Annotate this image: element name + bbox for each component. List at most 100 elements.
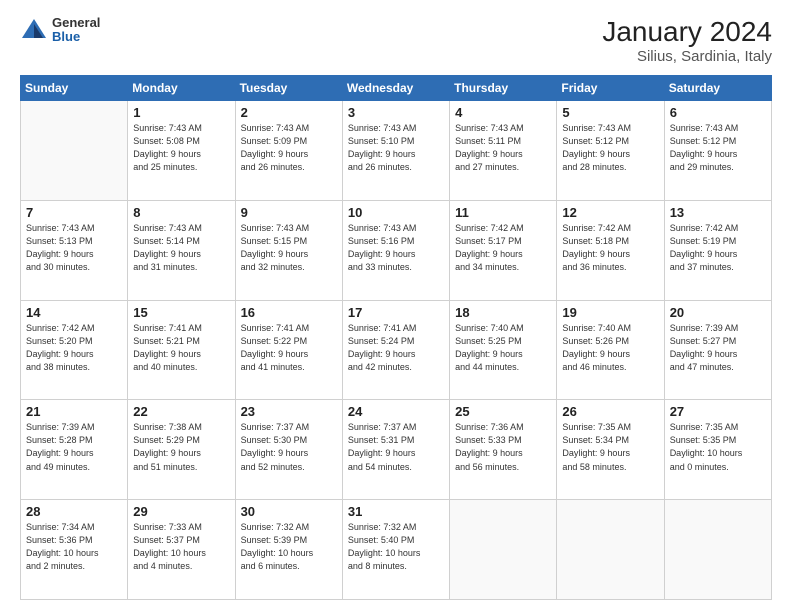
day-info: Sunrise: 7:43 AM Sunset: 5:08 PM Dayligh… [133, 122, 229, 174]
day-info: Sunrise: 7:43 AM Sunset: 5:09 PM Dayligh… [241, 122, 337, 174]
day-number: 25 [455, 404, 551, 419]
day-number: 7 [26, 205, 122, 220]
calendar-cell: 10 Sunrise: 7:43 AM Sunset: 5:16 PM Dayli… [342, 200, 449, 300]
day-number: 4 [455, 105, 551, 120]
day-number: 27 [670, 404, 766, 419]
weekday-header-tuesday: Tuesday [235, 76, 342, 101]
calendar-week-row: 21Sunrise: 7:39 AM Sunset: 5:28 PM Dayli… [21, 400, 772, 500]
logo-general: General [52, 16, 100, 30]
day-number: 21 [26, 404, 122, 419]
calendar-title: January 2024 [602, 16, 772, 48]
calendar-cell [557, 500, 664, 600]
calendar-cell: 17Sunrise: 7:41 AM Sunset: 5:24 PM Dayli… [342, 300, 449, 400]
day-info: Sunrise: 7:36 AM Sunset: 5:33 PM Dayligh… [455, 421, 551, 473]
day-number: 23 [241, 404, 337, 419]
day-number: 5 [562, 105, 658, 120]
day-info: Sunrise: 7:42 AM Sunset: 5:20 PM Dayligh… [26, 322, 122, 374]
day-info: Sunrise: 7:35 AM Sunset: 5:35 PM Dayligh… [670, 421, 766, 473]
calendar-cell: 30 Sunrise: 7:32 AM Sunset: 5:39 PM Dayli… [235, 500, 342, 600]
calendar-cell: 19Sunrise: 7:40 AM Sunset: 5:26 PM Dayli… [557, 300, 664, 400]
day-number: 17 [348, 305, 444, 320]
day-number: 9 [241, 205, 337, 220]
logo-blue: Blue [52, 30, 100, 44]
day-number: 18 [455, 305, 551, 320]
day-info: Sunrise: 7:42 AM Sunset: 5:19 PM Dayligh… [670, 222, 766, 274]
calendar-table: SundayMondayTuesdayWednesdayThursdayFrid… [20, 75, 772, 600]
calendar-cell: 24Sunrise: 7:37 AM Sunset: 5:31 PM Dayli… [342, 400, 449, 500]
calendar-cell: 8Sunrise: 7:43 AM Sunset: 5:14 PM Daylig… [128, 200, 235, 300]
day-info: Sunrise: 7:43 AM Sunset: 5:12 PM Dayligh… [562, 122, 658, 174]
calendar-week-row: 14 Sunrise: 7:42 AM Sunset: 5:20 PM Dayli… [21, 300, 772, 400]
calendar-cell: 16Sunrise: 7:41 AM Sunset: 5:22 PM Dayli… [235, 300, 342, 400]
day-number: 1 [133, 105, 229, 120]
calendar-week-row: 28Sunrise: 7:34 AM Sunset: 5:36 PM Dayli… [21, 500, 772, 600]
calendar-cell: 26 Sunrise: 7:35 AM Sunset: 5:34 PM Dayli… [557, 400, 664, 500]
calendar-cell: 6Sunrise: 7:43 AM Sunset: 5:12 PM Daylig… [664, 101, 771, 201]
day-number: 11 [455, 205, 551, 220]
day-info: Sunrise: 7:34 AM Sunset: 5:36 PM Dayligh… [26, 521, 122, 573]
day-number: 8 [133, 205, 229, 220]
day-number: 16 [241, 305, 337, 320]
day-number: 6 [670, 105, 766, 120]
day-number: 3 [348, 105, 444, 120]
weekday-header-sunday: Sunday [21, 76, 128, 101]
day-number: 13 [670, 205, 766, 220]
calendar-week-row: 1 Sunrise: 7:43 AM Sunset: 5:08 PM Daylig… [21, 101, 772, 201]
day-number: 31 [348, 504, 444, 519]
calendar-cell: 28Sunrise: 7:34 AM Sunset: 5:36 PM Dayli… [21, 500, 128, 600]
day-number: 2 [241, 105, 337, 120]
day-number: 14 [26, 305, 122, 320]
day-info: Sunrise: 7:40 AM Sunset: 5:25 PM Dayligh… [455, 322, 551, 374]
calendar-cell: 23 Sunrise: 7:37 AM Sunset: 5:30 PM Dayli… [235, 400, 342, 500]
weekday-header-monday: Monday [128, 76, 235, 101]
day-number: 22 [133, 404, 229, 419]
calendar-subtitle: Silius, Sardinia, Italy [602, 48, 772, 65]
day-info: Sunrise: 7:43 AM Sunset: 5:13 PM Dayligh… [26, 222, 122, 274]
calendar-cell: 7 Sunrise: 7:43 AM Sunset: 5:13 PM Daylig… [21, 200, 128, 300]
calendar-cell: 15Sunrise: 7:41 AM Sunset: 5:21 PM Dayli… [128, 300, 235, 400]
calendar-cell: 20 Sunrise: 7:39 AM Sunset: 5:27 PM Dayli… [664, 300, 771, 400]
calendar-cell [664, 500, 771, 600]
calendar-cell: 25 Sunrise: 7:36 AM Sunset: 5:33 PM Dayli… [450, 400, 557, 500]
day-number: 24 [348, 404, 444, 419]
day-number: 30 [241, 504, 337, 519]
calendar-cell: 9 Sunrise: 7:43 AM Sunset: 5:15 PM Daylig… [235, 200, 342, 300]
day-info: Sunrise: 7:43 AM Sunset: 5:16 PM Dayligh… [348, 222, 444, 274]
day-info: Sunrise: 7:41 AM Sunset: 5:21 PM Dayligh… [133, 322, 229, 374]
calendar-cell: 2 Sunrise: 7:43 AM Sunset: 5:09 PM Daylig… [235, 101, 342, 201]
day-number: 29 [133, 504, 229, 519]
day-info: Sunrise: 7:39 AM Sunset: 5:27 PM Dayligh… [670, 322, 766, 374]
day-info: Sunrise: 7:33 AM Sunset: 5:37 PM Dayligh… [133, 521, 229, 573]
day-number: 12 [562, 205, 658, 220]
calendar-cell: 29 Sunrise: 7:33 AM Sunset: 5:37 PM Dayli… [128, 500, 235, 600]
day-info: Sunrise: 7:35 AM Sunset: 5:34 PM Dayligh… [562, 421, 658, 473]
day-info: Sunrise: 7:43 AM Sunset: 5:11 PM Dayligh… [455, 122, 551, 174]
day-info: Sunrise: 7:32 AM Sunset: 5:40 PM Dayligh… [348, 521, 444, 573]
day-number: 19 [562, 305, 658, 320]
page: General Blue January 2024 Silius, Sardin… [0, 0, 792, 612]
day-info: Sunrise: 7:43 AM Sunset: 5:10 PM Dayligh… [348, 122, 444, 174]
title-area: January 2024 Silius, Sardinia, Italy [602, 16, 772, 65]
day-number: 26 [562, 404, 658, 419]
day-number: 20 [670, 305, 766, 320]
calendar-cell: 14 Sunrise: 7:42 AM Sunset: 5:20 PM Dayli… [21, 300, 128, 400]
weekday-header-friday: Friday [557, 76, 664, 101]
day-info: Sunrise: 7:32 AM Sunset: 5:39 PM Dayligh… [241, 521, 337, 573]
day-info: Sunrise: 7:42 AM Sunset: 5:18 PM Dayligh… [562, 222, 658, 274]
weekday-header-saturday: Saturday [664, 76, 771, 101]
calendar-cell [21, 101, 128, 201]
calendar-cell: 4 Sunrise: 7:43 AM Sunset: 5:11 PM Daylig… [450, 101, 557, 201]
weekday-header-row: SundayMondayTuesdayWednesdayThursdayFrid… [21, 76, 772, 101]
day-info: Sunrise: 7:37 AM Sunset: 5:30 PM Dayligh… [241, 421, 337, 473]
day-info: Sunrise: 7:42 AM Sunset: 5:17 PM Dayligh… [455, 222, 551, 274]
calendar-cell: 3 Sunrise: 7:43 AM Sunset: 5:10 PM Daylig… [342, 101, 449, 201]
calendar-cell: 13 Sunrise: 7:42 AM Sunset: 5:19 PM Dayli… [664, 200, 771, 300]
weekday-header-wednesday: Wednesday [342, 76, 449, 101]
day-number: 10 [348, 205, 444, 220]
calendar-cell: 18 Sunrise: 7:40 AM Sunset: 5:25 PM Dayli… [450, 300, 557, 400]
calendar-cell [450, 500, 557, 600]
weekday-header-thursday: Thursday [450, 76, 557, 101]
logo: General Blue [20, 16, 100, 45]
calendar-cell: 11 Sunrise: 7:42 AM Sunset: 5:17 PM Dayli… [450, 200, 557, 300]
day-info: Sunrise: 7:43 AM Sunset: 5:15 PM Dayligh… [241, 222, 337, 274]
